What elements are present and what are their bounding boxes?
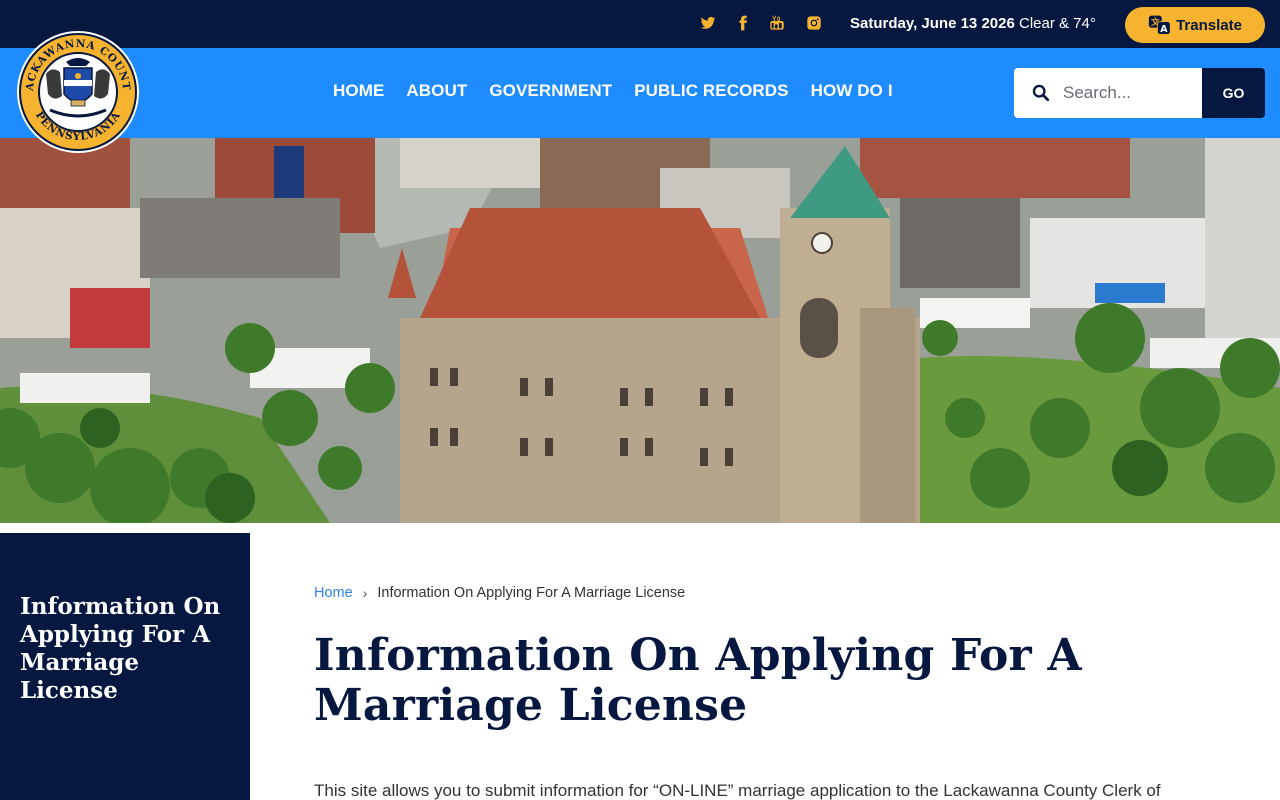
hero-image <box>0 138 1280 523</box>
nav-item-about[interactable]: ABOUT <box>406 81 467 101</box>
translate-button[interactable]: 文 A Translate <box>1125 7 1265 43</box>
county-seal-logo[interactable]: LACKAWANNA COUNTY PENNSYLVANIA <box>11 21 140 154</box>
search-field <box>1014 68 1202 118</box>
svg-text:A: A <box>1160 24 1168 35</box>
youtube-icon[interactable] <box>768 14 786 32</box>
main-navbar: HOME ABOUT GOVERNMENT PUBLIC RECORDS HOW… <box>0 48 1280 138</box>
intro-paragraph: This site allows you to submit informati… <box>314 781 1161 800</box>
breadcrumb: Home › Information On Applying For A Mar… <box>314 585 1264 601</box>
nav-item-how-do-i[interactable]: HOW DO I <box>811 81 893 101</box>
instagram-icon[interactable] <box>805 14 823 32</box>
search-icon <box>1032 84 1050 102</box>
nav-item-home[interactable]: HOME <box>333 81 384 101</box>
weather-text: Clear & 74° <box>1018 15 1096 32</box>
page-title: Information On Applying For A Marriage L… <box>314 630 1082 731</box>
breadcrumb-chevron-icon: › <box>362 585 368 601</box>
top-bar: Saturday, June 13 2026 Clear & 74° 文 A T… <box>0 0 1280 48</box>
facebook-icon[interactable] <box>734 14 752 32</box>
nav-item-government[interactable]: GOVERNMENT <box>489 81 612 101</box>
breadcrumb-current: Information On Applying For A Marriage L… <box>377 585 686 601</box>
search-form: GO <box>1014 68 1265 118</box>
current-date: Saturday, June 13 2026 <box>850 15 1015 32</box>
date-weather: Saturday, June 13 2026 Clear & 74° <box>850 15 1096 32</box>
sidebar-title: Information On Applying For A Marriage L… <box>20 593 221 704</box>
main-menu: HOME ABOUT GOVERNMENT PUBLIC RECORDS HOW… <box>333 81 893 101</box>
nav-item-public-records[interactable]: PUBLIC RECORDS <box>634 81 788 101</box>
twitter-icon[interactable] <box>699 14 717 32</box>
search-input[interactable] <box>1063 83 1193 103</box>
search-go-button[interactable]: GO <box>1202 68 1265 118</box>
breadcrumb-home-link[interactable]: Home <box>314 585 353 601</box>
sidebar-panel: Information On Applying For A Marriage L… <box>0 533 250 800</box>
translate-label: Translate <box>1176 16 1242 34</box>
translate-icon: 文 A <box>1148 15 1171 35</box>
main-content: Home › Information On Applying For A Mar… <box>314 585 1264 800</box>
